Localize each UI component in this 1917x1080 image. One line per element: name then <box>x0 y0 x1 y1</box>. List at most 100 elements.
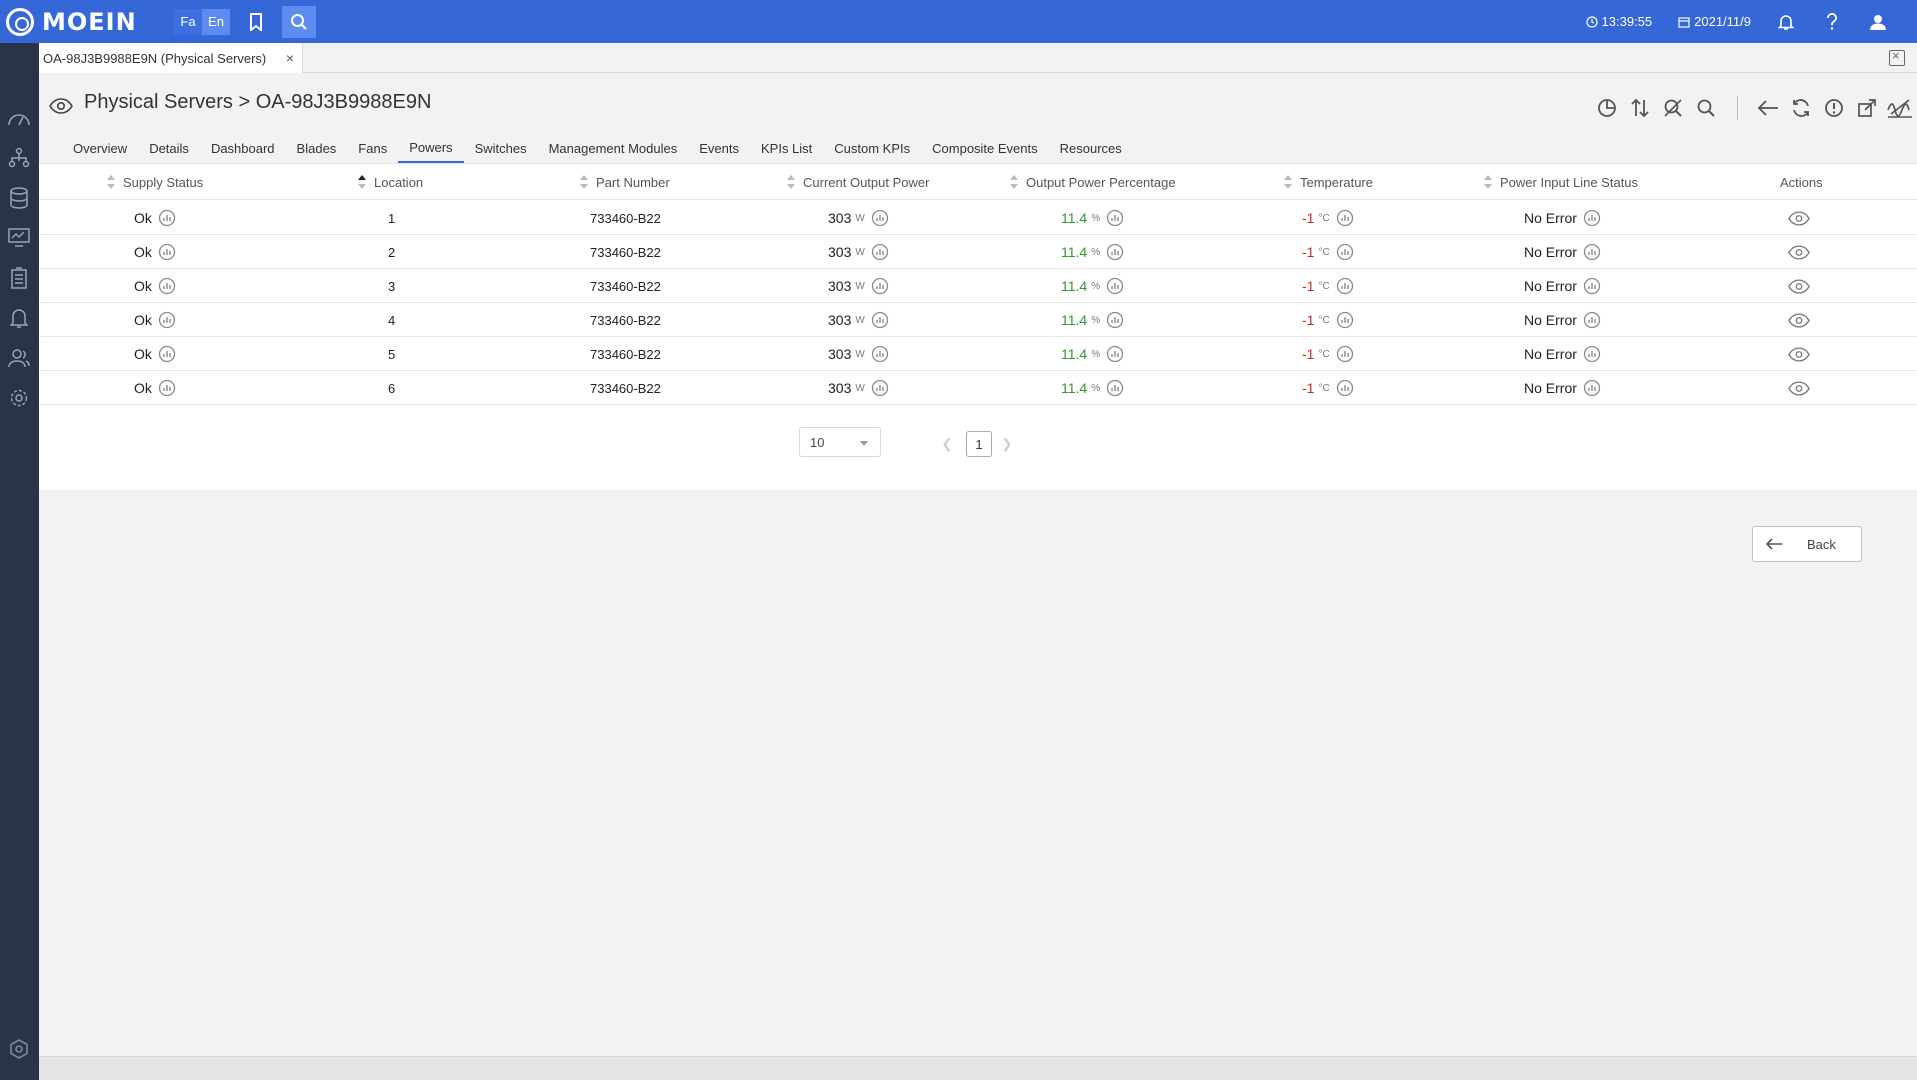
column-header-part-number[interactable]: Part Number <box>580 164 670 200</box>
sort-icon[interactable] <box>1010 174 1018 190</box>
cell-power-input-line-status: No Error <box>1524 371 1601 405</box>
history-chart-icon[interactable] <box>871 243 889 261</box>
history-chart-icon[interactable] <box>871 209 889 227</box>
clear-search-icon[interactable] <box>1657 92 1689 124</box>
tab-dashboard[interactable]: Dashboard <box>200 133 286 163</box>
history-chart-icon[interactable] <box>1336 277 1354 295</box>
history-chart-icon[interactable] <box>1106 311 1124 329</box>
history-chart-icon[interactable] <box>871 379 889 397</box>
next-page-chevron-icon[interactable]: ❯ <box>995 432 1019 456</box>
monitor-icon[interactable] <box>6 225 32 251</box>
column-header-supply-status[interactable]: Supply Status <box>107 164 203 200</box>
pie-chart-icon[interactable] <box>1591 92 1623 124</box>
history-chart-icon[interactable] <box>1336 379 1354 397</box>
sort-icon[interactable] <box>1284 174 1292 190</box>
sort-icon[interactable] <box>107 174 115 190</box>
history-chart-icon[interactable] <box>1583 209 1601 227</box>
alert-info-icon[interactable] <box>1818 92 1850 124</box>
tab-fans[interactable]: Fans <box>347 133 398 163</box>
signal-chart-icon[interactable] <box>1884 92 1916 124</box>
tab-events[interactable]: Events <box>688 133 750 163</box>
history-chart-icon[interactable] <box>158 277 176 295</box>
history-chart-icon[interactable] <box>871 345 889 363</box>
tab-composite-events[interactable]: Composite Events <box>921 133 1049 163</box>
view-details-eye-icon[interactable] <box>1788 303 1810 337</box>
search-icon[interactable] <box>282 5 316 38</box>
history-chart-icon[interactable] <box>158 311 176 329</box>
database-icon[interactable] <box>6 185 32 211</box>
back-arrow-icon[interactable] <box>1752 92 1784 124</box>
history-chart-icon[interactable] <box>1336 311 1354 329</box>
tab-resources[interactable]: Resources <box>1049 133 1133 163</box>
view-details-eye-icon[interactable] <box>1788 269 1810 303</box>
history-chart-icon[interactable] <box>1583 277 1601 295</box>
column-header-location[interactable]: Location <box>358 164 423 200</box>
help-icon[interactable] <box>1825 12 1843 31</box>
view-details-eye-icon[interactable] <box>1788 235 1810 269</box>
tab-switches[interactable]: Switches <box>464 133 538 163</box>
history-chart-icon[interactable] <box>871 277 889 295</box>
reports-icon[interactable] <box>6 265 32 291</box>
sort-icon[interactable] <box>580 174 588 190</box>
view-details-eye-icon[interactable] <box>1788 371 1810 405</box>
history-chart-icon[interactable] <box>1106 277 1124 295</box>
history-chart-icon[interactable] <box>158 209 176 227</box>
history-chart-icon[interactable] <box>158 243 176 261</box>
page-number-current[interactable]: 1 <box>966 431 992 457</box>
cell-supply-status: Ok <box>134 201 176 235</box>
sort-asc-icon[interactable] <box>358 174 366 190</box>
sort-icon[interactable] <box>787 174 795 190</box>
notifications-bell-icon[interactable] <box>1777 13 1799 31</box>
users-icon[interactable] <box>6 345 32 371</box>
history-chart-icon[interactable] <box>1336 243 1354 261</box>
export-icon[interactable] <box>1851 92 1883 124</box>
user-avatar-icon[interactable] <box>1869 13 1891 31</box>
tab-management-modules[interactable]: Management Modules <box>538 133 689 163</box>
bookmark-icon[interactable] <box>240 6 272 38</box>
history-chart-icon[interactable] <box>1336 209 1354 227</box>
history-chart-icon[interactable] <box>1106 209 1124 227</box>
page-size-select[interactable]: 10 <box>799 427 881 457</box>
dashboard-gauge-icon[interactable] <box>6 105 32 131</box>
document-tab[interactable]: OA-98J3B9988E9N (Physical Servers) × <box>39 43 303 73</box>
view-details-eye-icon[interactable] <box>1788 201 1810 235</box>
column-header-temperature[interactable]: Temperature <box>1284 164 1373 200</box>
date-text: 2021/11/9 <box>1694 14 1751 29</box>
tab-custom-kpis[interactable]: Custom KPIs <box>823 133 921 163</box>
history-chart-icon[interactable] <box>158 379 176 397</box>
history-chart-icon[interactable] <box>158 345 176 363</box>
close-tab-icon[interactable]: × <box>286 50 294 66</box>
alarm-bell-icon[interactable] <box>6 305 32 331</box>
logo[interactable]: MOEIN <box>0 0 170 43</box>
topology-icon[interactable] <box>6 145 32 171</box>
column-header-output-power-percentage[interactable]: Output Power Percentage <box>1010 164 1176 200</box>
tab-kpis-list[interactable]: KPIs List <box>750 133 823 163</box>
settings-gear-icon[interactable] <box>6 385 32 411</box>
sort-icon[interactable] <box>1624 92 1656 124</box>
tab-powers[interactable]: Powers <box>398 133 464 163</box>
history-chart-icon[interactable] <box>1583 243 1601 261</box>
tab-blades[interactable]: Blades <box>286 133 348 163</box>
history-chart-icon[interactable] <box>1106 379 1124 397</box>
tab-details[interactable]: Details <box>138 133 200 163</box>
collapse-logo-icon[interactable] <box>6 1036 32 1062</box>
history-chart-icon[interactable] <box>1583 345 1601 363</box>
column-header-current-output-power[interactable]: Current Output Power <box>787 164 929 200</box>
history-chart-icon[interactable] <box>871 311 889 329</box>
lang-fa-button[interactable]: Fa <box>174 8 202 35</box>
history-chart-icon[interactable] <box>1583 379 1601 397</box>
prev-page-chevron-icon[interactable]: ❮ <box>935 432 959 456</box>
history-chart-icon[interactable] <box>1106 243 1124 261</box>
column-header-power-input-line-status[interactable]: Power Input Line Status <box>1484 164 1638 200</box>
view-details-eye-icon[interactable] <box>1788 337 1810 371</box>
search-icon[interactable] <box>1690 92 1722 124</box>
close-all-tabs-icon[interactable] <box>1889 48 1905 66</box>
back-button[interactable]: Back <box>1752 526 1862 562</box>
history-chart-icon[interactable] <box>1106 345 1124 363</box>
history-chart-icon[interactable] <box>1336 345 1354 363</box>
history-chart-icon[interactable] <box>1583 311 1601 329</box>
tab-overview[interactable]: Overview <box>62 133 138 163</box>
lang-en-button[interactable]: En <box>202 8 230 35</box>
sort-icon[interactable] <box>1484 174 1492 190</box>
refresh-icon[interactable] <box>1785 92 1817 124</box>
